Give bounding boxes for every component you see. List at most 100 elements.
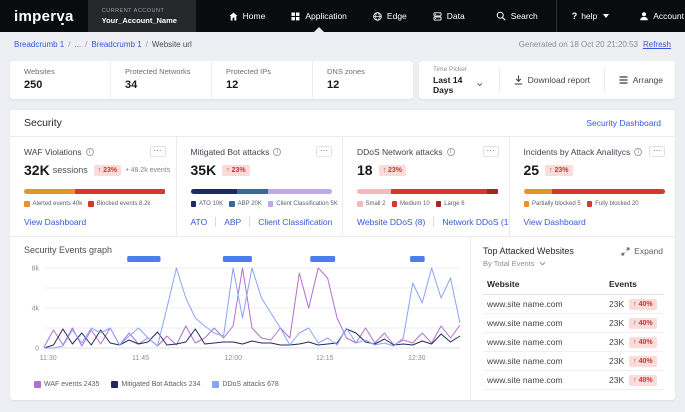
website-cell: www.site name.com	[483, 332, 605, 352]
legend-swatch	[267, 201, 274, 207]
nav-item-home[interactable]: Home	[216, 0, 279, 32]
bar-legend: ATO 10K ABP 20K Client Classification 5K	[190, 201, 338, 207]
top-attacked-rows: www.site name.com 23K ↑ 40% www.site name.c…	[483, 294, 663, 390]
metric-links: Website DDoS (8) Network DDoS (10)	[357, 217, 509, 227]
metric-card-2: DDoS Network attacks i ⋯ 18 ↑ 23% Small 2 Medi…	[342, 137, 509, 236]
breadcrumb-current: Website url	[151, 40, 192, 49]
metric-title: DDoS Network attacks	[357, 146, 443, 157]
legend-swatch	[357, 201, 363, 207]
legend-swatch	[229, 201, 235, 207]
svg-text:12:30: 12:30	[408, 355, 426, 362]
time-picker-value: Last 14 Days	[433, 74, 463, 95]
stacked-bar	[190, 189, 333, 194]
table-row[interactable]: www.site name.com 23K ↑ 40%	[483, 332, 663, 352]
delta-badge: ↑ 23%	[222, 164, 250, 176]
nav-right-group: Search ? help Account	[478, 0, 685, 32]
bar-legend: Alerted events 40k Blocked events 8.2k	[24, 201, 166, 207]
metric-value: 32K	[24, 162, 50, 178]
table-row[interactable]: www.site name.com 23K ↑ 40%	[483, 313, 663, 333]
nav-item-application[interactable]: Application	[278, 0, 360, 32]
metric-link[interactable]: ABP	[215, 217, 241, 227]
delta-badge: ↑ 40%	[629, 374, 657, 386]
delta-badge: ↑ 40%	[629, 336, 657, 348]
metric-link[interactable]: Website DDoS (8)	[357, 217, 425, 227]
breadcrumb-ellipsis[interactable]: ...	[74, 40, 81, 49]
help-icon: ?	[571, 11, 578, 21]
delta-badge: ↑ 23%	[545, 164, 573, 176]
security-section-card: Security Security Dashboard WAF Violatio…	[10, 110, 675, 400]
stat-websites: Websites 250	[24, 67, 55, 91]
stat-protected-networks: Protected Networks 34	[110, 61, 211, 99]
delta-badge: ↑ 40%	[629, 355, 657, 367]
application-icon	[291, 12, 300, 20]
info-icon[interactable]: i	[634, 147, 643, 156]
events-cell: 23K ↑ 40%	[605, 294, 663, 314]
table-row[interactable]: www.site name.com 23K ↑ 40%	[483, 370, 663, 390]
more-menu-button[interactable]: ⋯	[149, 146, 166, 157]
section-title: Security	[24, 117, 62, 129]
download-icon	[514, 75, 522, 85]
breadcrumb-link[interactable]: Breadcrumb 1	[14, 40, 64, 49]
info-icon[interactable]: i	[446, 147, 455, 156]
metric-links: View Dashboard	[524, 217, 666, 227]
events-value: 23K	[609, 299, 625, 309]
events-cell: 23K ↑ 40%	[605, 313, 663, 333]
metric-link[interactable]: Client Classification	[249, 217, 332, 227]
metric-title: Incidents by Attack Analitycs	[523, 146, 631, 157]
home-icon	[229, 12, 238, 20]
download-report-button[interactable]: Download report	[510, 75, 594, 85]
more-menu-button[interactable]: ⋯	[482, 146, 499, 157]
events-value: 23K	[609, 356, 625, 366]
security-dashboard-link[interactable]: Security Dashboard	[586, 118, 661, 128]
breadcrumb-bar: Breadcrumb 1 / ... / Breadcrumb 1 / Webs…	[14, 40, 671, 49]
metric-extra: • 48.2k events	[126, 166, 171, 174]
website-cell: www.site name.com	[483, 370, 605, 390]
nav-item-data[interactable]: Data	[420, 0, 478, 32]
svg-text:12:15: 12:15	[316, 355, 334, 362]
sort-by-dropdown[interactable]: By Total Events	[483, 259, 574, 268]
top-attacked-websites-panel: Top Attacked Websites By Total Events Ex…	[470, 237, 675, 400]
legend-swatch	[34, 381, 41, 388]
metric-suffix: sessions	[52, 165, 88, 175]
metric-value: 18	[357, 162, 373, 178]
chevron-down-icon	[477, 83, 483, 87]
current-account-name: Your_Account_Name	[101, 15, 177, 25]
time-picker[interactable]: Time Picker Last 14 Days	[427, 66, 489, 95]
search-button[interactable]: Search	[478, 0, 556, 32]
metric-link[interactable]: View Dashboard	[524, 217, 586, 227]
metric-card-3: Incidents by Attack Analitycs i ⋯ 25 ↑ 23% Pa…	[508, 137, 676, 236]
breadcrumb-link[interactable]: Breadcrumb 1	[91, 40, 141, 49]
generated-timestamp: Generated on 18 Oct 20 21:20:53	[518, 40, 638, 49]
edge-icon	[373, 11, 382, 21]
svg-text:11:45: 11:45	[132, 355, 149, 362]
refresh-link[interactable]: Refresh	[643, 40, 671, 49]
table-row[interactable]: www.site name.com 23K ↑ 40%	[483, 294, 663, 314]
info-icon[interactable]: i	[85, 147, 94, 156]
search-icon	[496, 11, 506, 21]
legend-swatch	[24, 201, 30, 207]
svg-text:12:00: 12:00	[225, 355, 243, 362]
legend-swatch	[111, 381, 119, 388]
account-menu[interactable]: Account	[624, 0, 685, 32]
metric-link[interactable]: Network DDoS (10)	[433, 217, 509, 227]
stacked-bar	[24, 189, 166, 194]
more-menu-button[interactable]: ⋯	[649, 146, 665, 157]
current-account-switcher[interactable]: CURRENT ACCOUNT Your_Account_Name	[87, 0, 196, 32]
more-menu-button[interactable]: ⋯	[316, 146, 332, 157]
bar-legend: Small 2 Medium 10 Large 6	[357, 201, 499, 207]
table-row[interactable]: www.site name.com 23K ↑ 40%	[483, 351, 663, 371]
metric-link[interactable]: View Dashboard	[24, 217, 86, 227]
chart-legend: WAF events 2435 Mitigated Bot Attacks 234…	[24, 381, 466, 388]
nav-item-edge[interactable]: Edge	[360, 0, 420, 32]
chart-legend-item: WAF events 2435	[34, 381, 99, 388]
legend-swatch	[212, 381, 220, 388]
info-icon[interactable]: i	[273, 147, 282, 156]
arrange-button[interactable]: Arrange	[615, 75, 667, 85]
stacked-bar	[357, 189, 499, 194]
help-menu[interactable]: ? help	[557, 0, 625, 32]
events-cell: 23K ↑ 40%	[605, 332, 663, 352]
metric-link[interactable]: ATO	[191, 217, 208, 227]
expand-button[interactable]: Expand	[621, 246, 663, 256]
asset-counters-card: Websites 250 Protected Networks 34 Prote…	[10, 61, 413, 99]
primary-nav: Home Application Edge Data	[216, 0, 478, 32]
